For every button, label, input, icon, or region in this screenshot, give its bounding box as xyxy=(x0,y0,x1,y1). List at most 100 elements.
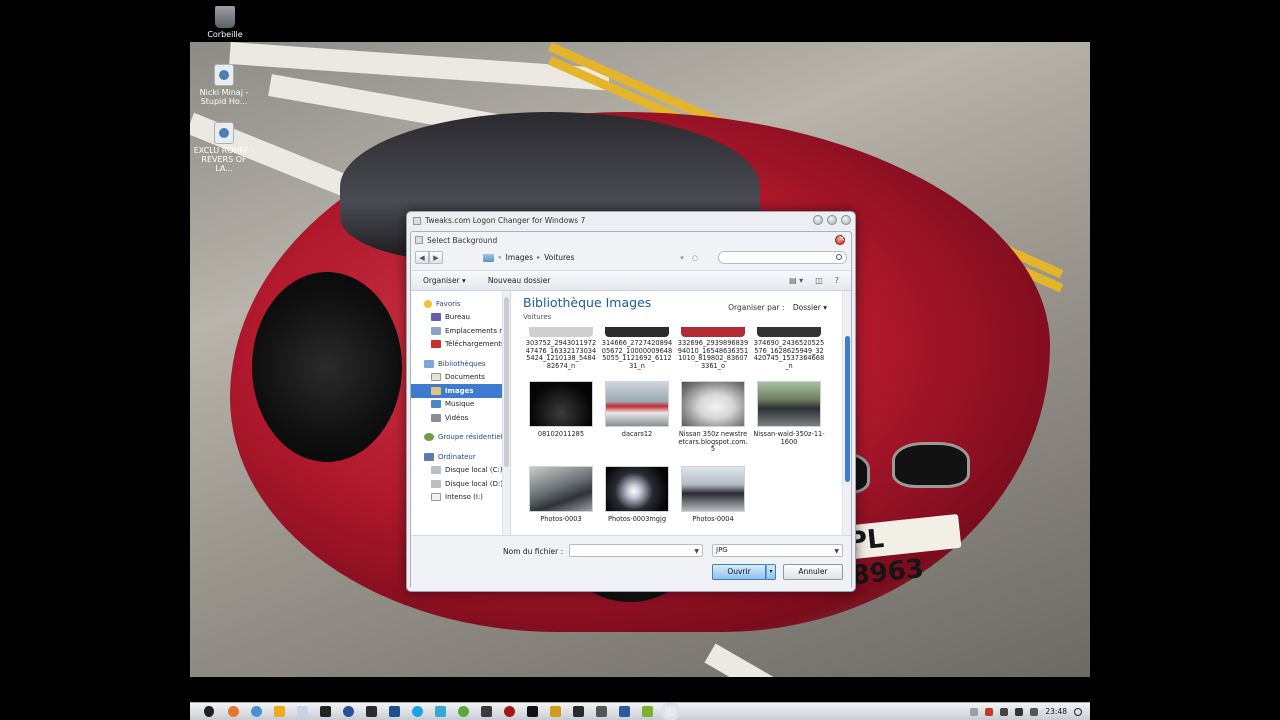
app-icon[interactable] xyxy=(550,706,561,717)
file-tile[interactable]: 332696_293989683994010_165486363511010_8… xyxy=(677,327,749,370)
nav-homegroup[interactable]: Groupe résidentiel xyxy=(411,431,503,445)
nav-libraries[interactable]: Bibliothèques xyxy=(411,357,503,371)
app-icon[interactable] xyxy=(527,706,538,717)
nvidia-icon[interactable] xyxy=(366,706,377,717)
search-input[interactable] xyxy=(717,251,847,264)
nav-bureau[interactable]: Bureau xyxy=(411,311,503,325)
image-thumbnail xyxy=(529,381,593,427)
file-tile[interactable]: dacars12 xyxy=(601,381,673,439)
globe-icon[interactable] xyxy=(343,706,354,717)
file-tile[interactable]: 303752_294301197247476_163321730345424_1… xyxy=(525,327,597,370)
terminal-icon[interactable] xyxy=(320,706,331,717)
app-icon[interactable] xyxy=(481,706,492,717)
media-player-icon[interactable] xyxy=(274,706,285,717)
nav-drive-i[interactable]: Intenso (I:) xyxy=(411,491,503,505)
volume-icon[interactable] xyxy=(1015,707,1024,716)
nav-emplacements[interactable]: Emplacements ré xyxy=(411,324,503,338)
logon-changer-window: Tweaks.com Logon Changer for Windows 7 S… xyxy=(406,211,856,592)
new-folder-button[interactable]: Nouveau dossier xyxy=(488,276,551,285)
breadcrumb-images[interactable]: Images xyxy=(506,253,533,262)
explorer-icon[interactable] xyxy=(297,706,308,717)
logon-changer-taskbar-button[interactable] xyxy=(662,703,679,720)
media-file-icon xyxy=(214,64,234,86)
refresh-icon[interactable]: ○ xyxy=(692,254,698,262)
antivirus-icon[interactable] xyxy=(985,707,994,716)
clock[interactable]: 23:48 xyxy=(1045,707,1067,716)
drive-icon xyxy=(431,466,441,475)
game-icon[interactable] xyxy=(504,706,515,717)
app-icon xyxy=(413,216,421,225)
dialog-close-button[interactable] xyxy=(835,234,846,245)
file-tile[interactable]: Nissan-wald-350z-11-1600 xyxy=(753,381,825,446)
preview-pane-icon[interactable]: ◫ xyxy=(815,276,823,285)
photoshop-icon[interactable] xyxy=(389,706,400,717)
app-icon[interactable] xyxy=(619,706,630,717)
nav-favorites[interactable]: Favoris xyxy=(411,297,503,311)
drive-icon xyxy=(431,479,441,488)
nav-scrollbar[interactable] xyxy=(502,291,510,535)
file-tile[interactable]: Photos-0003 xyxy=(525,466,597,524)
skype-icon[interactable] xyxy=(412,706,423,717)
organize-menu[interactable]: Organiser ▾ xyxy=(423,276,466,285)
dialog-titlebar[interactable]: Select Background xyxy=(411,232,851,248)
library-icon xyxy=(424,359,434,368)
utorrent-icon[interactable] xyxy=(458,706,469,717)
desktop-icon-exclu-rohff[interactable]: EXCLU ROHFF - REVERS OF LA... xyxy=(193,122,255,173)
image-thumbnail xyxy=(605,466,669,512)
nav-drive-d[interactable]: Disque local (D:) xyxy=(411,477,503,491)
nav-musique[interactable]: Musique xyxy=(411,398,503,412)
open-button[interactable]: Ouvrir xyxy=(712,564,766,580)
app-icon[interactable] xyxy=(435,706,446,717)
search-icon xyxy=(836,254,842,260)
close-button[interactable] xyxy=(841,215,851,225)
firefox-icon[interactable] xyxy=(228,706,239,717)
help-icon[interactable]: ? xyxy=(835,276,839,285)
nav-images[interactable]: Images xyxy=(411,384,503,398)
outer-titlebar[interactable]: Tweaks.com Logon Changer for Windows 7 xyxy=(407,212,855,229)
filetype-select[interactable]: JPG ▼ xyxy=(712,544,843,557)
pictures-icon xyxy=(431,386,441,395)
desktop-icon-recycle-bin[interactable]: Corbeille xyxy=(194,6,256,39)
battery-icon[interactable] xyxy=(1000,707,1009,716)
arrow-up-icon[interactable] xyxy=(970,707,979,716)
nav-documents[interactable]: Documents xyxy=(411,371,503,385)
folder-icon xyxy=(483,253,494,262)
app-icon[interactable] xyxy=(642,706,653,717)
desktop-icon-nicki-minaj[interactable]: Nicki Minaj - Stupid Ho... xyxy=(193,64,255,106)
file-tile[interactable]: Photos-0003mgjg xyxy=(601,466,673,524)
nav-videos[interactable]: Vidéos xyxy=(411,411,503,425)
file-list-scrollbar[interactable] xyxy=(842,291,851,535)
filename-input[interactable]: ▼ xyxy=(569,544,703,557)
forward-button[interactable]: ▶ xyxy=(429,251,443,264)
nav-drive-c[interactable]: Disque local (C:) xyxy=(411,464,503,478)
maximize-button[interactable] xyxy=(827,215,837,225)
back-button[interactable]: ◀ xyxy=(415,251,429,264)
desktop-icon xyxy=(431,313,441,322)
recent-places-icon xyxy=(431,326,441,335)
file-tile[interactable]: 314666_272742089405672_100000096485055_1… xyxy=(601,327,673,370)
search-icon[interactable] xyxy=(1074,707,1082,716)
arrange-by-dropdown[interactable]: Dossier ▾ xyxy=(793,303,827,312)
cancel-button[interactable]: Annuler xyxy=(783,564,843,580)
wifi-icon[interactable] xyxy=(1030,707,1039,716)
file-tile[interactable]: 374690_2436520525576_1628625949_32420745… xyxy=(753,327,825,370)
file-tile[interactable]: Nissan 350z newstreetcars.blogspot.com.5 xyxy=(677,381,749,454)
file-tile[interactable]: Photos-0004 xyxy=(677,466,749,524)
app-icon[interactable] xyxy=(573,706,584,717)
chrome-icon[interactable] xyxy=(251,706,262,717)
dialog-icon xyxy=(415,236,423,244)
address-dropdown-icon[interactable]: ▾ xyxy=(680,254,684,262)
breadcrumb-voitures[interactable]: Voitures xyxy=(544,253,574,262)
file-tile[interactable]: 08102011285 xyxy=(525,381,597,439)
apple-menu-icon[interactable] xyxy=(204,706,214,717)
address-bar[interactable]: « Images ▸ Voitures ▾ ○ xyxy=(483,251,698,265)
dialog-title: Select Background xyxy=(427,235,498,245)
nav-computer[interactable]: Ordinateur xyxy=(411,450,503,464)
minimize-button[interactable] xyxy=(813,215,823,225)
homegroup-icon xyxy=(424,433,434,442)
image-thumbnail xyxy=(605,381,669,427)
open-options-arrow[interactable]: ▾ xyxy=(766,564,776,580)
view-options-icon[interactable]: ▤ ▾ xyxy=(789,276,803,285)
nav-telechargements[interactable]: Téléchargements xyxy=(411,338,503,352)
app-icon[interactable] xyxy=(596,706,607,717)
